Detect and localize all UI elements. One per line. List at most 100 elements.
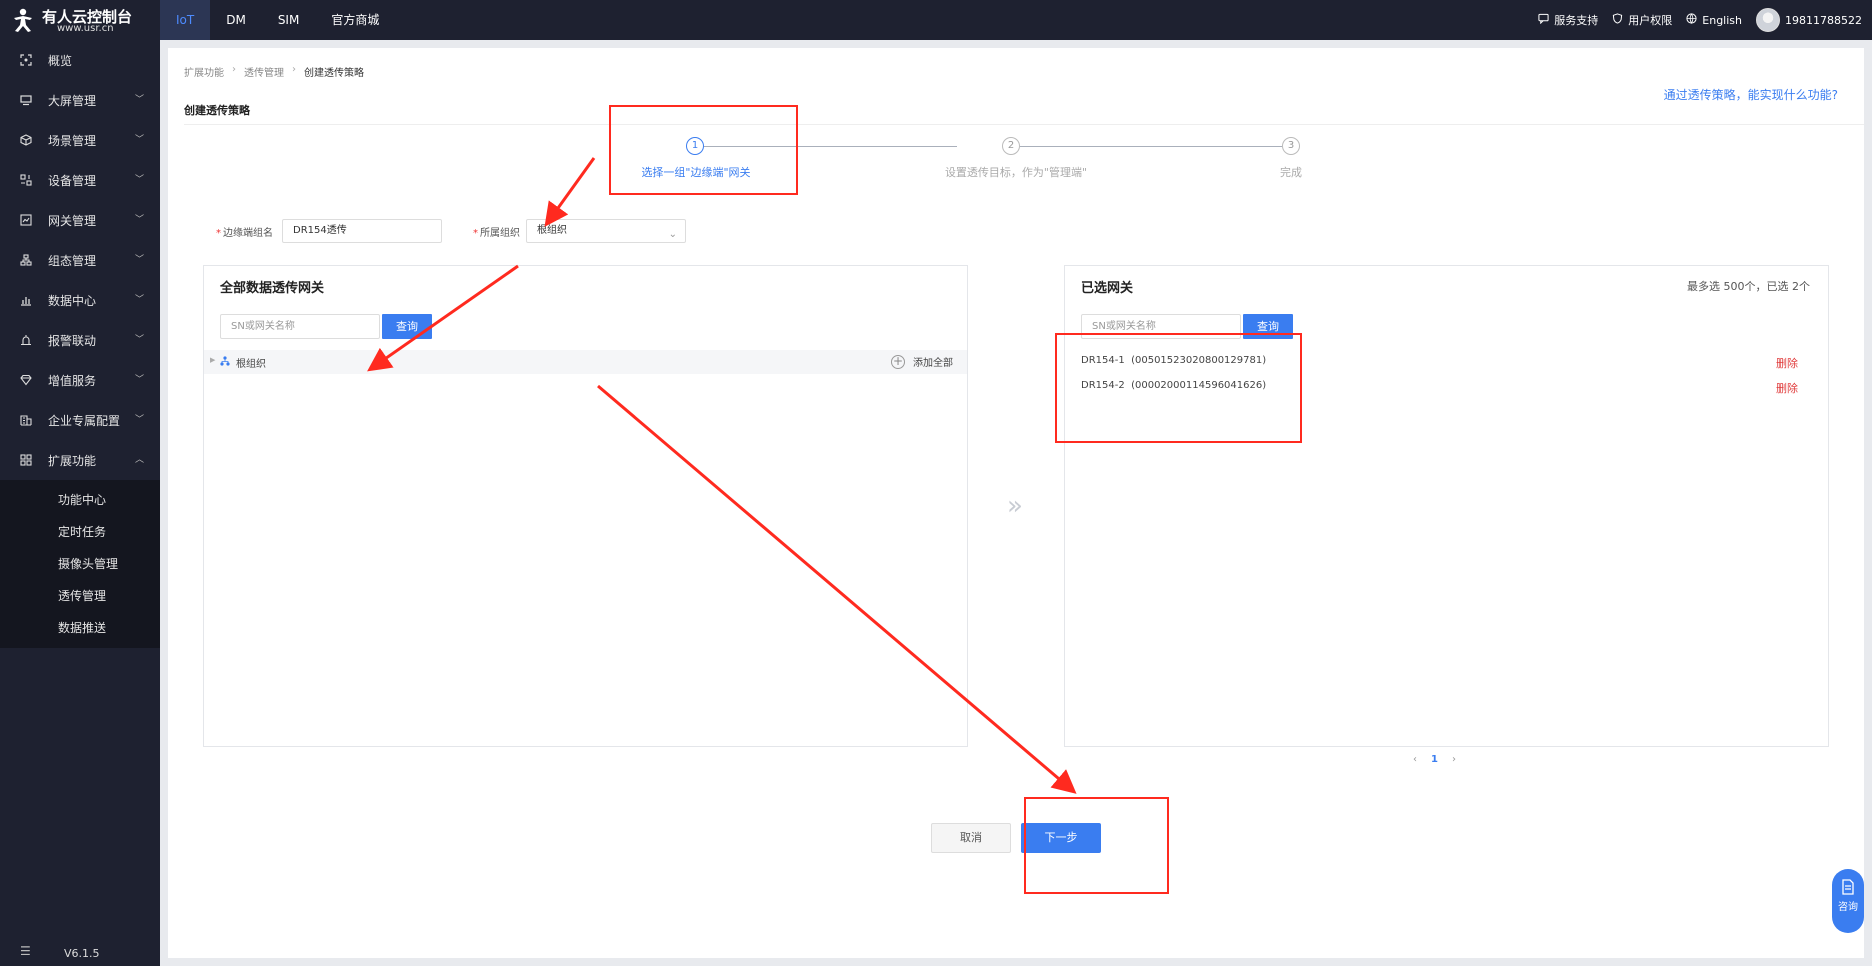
breadcrumb-item[interactable]: 扩展功能 <box>184 64 224 79</box>
breadcrumb-current: 创建透传策略 <box>304 68 364 79</box>
user-menu[interactable]: 19811788522 <box>1756 8 1862 32</box>
gateway-sn: (00002000114596041626) <box>1131 380 1267 391</box>
selected-gateway-row: DR154-2 (00002000114596041626) <box>1081 380 1266 391</box>
breadcrumb-separator-icon: › <box>232 64 236 75</box>
edge-group-input[interactable]: DR154透传 <box>282 219 442 243</box>
tab-iot[interactable]: IoT <box>160 0 211 40</box>
chevron-down-icon: ﹀ <box>134 175 144 185</box>
double-chevron-right-icon: » <box>1007 491 1023 521</box>
chevron-down-icon: ⌄ <box>668 229 677 240</box>
caret-right-icon[interactable]: ▶ <box>210 356 215 364</box>
main-content: 扩展功能 › 透传管理 › 创建透传策略 创建透传策略 通过透传策略，能实现什么… <box>168 48 1864 958</box>
prev-page-icon[interactable]: ‹ <box>1413 754 1417 765</box>
consult-label: 咨询 <box>1838 902 1858 913</box>
data-center-icon <box>20 294 32 306</box>
tab-dm[interactable]: DM <box>210 0 262 40</box>
gateway-search-input[interactable]: SN或网关名称 <box>220 314 380 339</box>
next-page-icon[interactable]: › <box>1452 754 1456 765</box>
chevron-up-icon: ︿ <box>134 455 144 465</box>
device-icon <box>20 174 32 186</box>
chevron-down-icon: ﹀ <box>134 215 144 225</box>
submenu-passthrough[interactable]: 透传管理 <box>0 580 160 612</box>
submenu-data-push[interactable]: 数据推送 <box>0 612 160 644</box>
submenu-camera[interactable]: 摄像头管理 <box>0 548 160 580</box>
sidebar-item-extension[interactable]: 扩展功能 ︿ <box>0 440 160 480</box>
document-icon <box>1842 879 1854 895</box>
step-connector <box>704 146 957 147</box>
chevron-down-icon: ﹀ <box>134 255 144 265</box>
chevron-down-icon: ﹀ <box>134 135 144 145</box>
submenu-function-center[interactable]: 功能中心 <box>0 484 160 516</box>
logo-icon <box>14 8 32 32</box>
chevron-down-icon: ﹀ <box>134 295 144 305</box>
permissions-label: 用户权限 <box>1628 14 1673 27</box>
user-phone: 19811788522 <box>1785 13 1862 27</box>
language-switch[interactable]: English <box>1686 13 1742 27</box>
sidebar-item-label: 大屏管理 <box>48 93 97 108</box>
alarm-icon <box>20 334 32 346</box>
selection-count: 最多选 500个，已选 2个 <box>1687 280 1810 293</box>
collapse-menu-icon[interactable]: ☰ <box>20 944 31 958</box>
delete-button[interactable]: 删除 <box>1776 380 1798 396</box>
submenu-scheduled-tasks[interactable]: 定时任务 <box>0 516 160 548</box>
selected-search-input[interactable]: SN或网关名称 <box>1081 314 1241 339</box>
page-number[interactable]: 1 <box>1431 754 1438 765</box>
diamond-icon <box>20 374 32 386</box>
sidebar-item-scene[interactable]: 场景管理 ﹀ <box>0 120 160 160</box>
sidebar-item-overview[interactable]: 概览 <box>0 40 160 80</box>
logo[interactable]: 有人云控制台 www.usr.cn <box>10 3 160 37</box>
configuration-icon <box>20 254 32 266</box>
top-right-menu: 服务支持 用户权限 English 19811788522 <box>1538 0 1862 40</box>
chevron-down-icon: ﹀ <box>134 415 144 425</box>
step-3-circle: 3 <box>1282 137 1300 155</box>
step-3-label: 完成 <box>1280 166 1302 179</box>
cancel-button[interactable]: 取消 <box>931 823 1011 853</box>
sidebar-item-value-added[interactable]: 增值服务 ﹀ <box>0 360 160 400</box>
consult-button[interactable]: 咨询 <box>1832 869 1864 933</box>
delete-button[interactable]: 删除 <box>1776 355 1798 371</box>
sidebar-item-enterprise[interactable]: 企业专属配置 ﹀ <box>0 400 160 440</box>
enterprise-icon <box>20 414 32 426</box>
language-label: English <box>1702 13 1743 27</box>
plus-circle-icon: + <box>891 353 905 369</box>
top-bar: 有人云控制台 www.usr.cn IoT DM SIM 官方商城 服务支持 用… <box>0 0 1872 40</box>
tab-store[interactable]: 官方商城 <box>315 0 395 40</box>
org-select[interactable]: 根组织 ⌄ <box>526 219 686 243</box>
help-link[interactable]: 通过透传策略，能实现什么功能? <box>1664 86 1838 103</box>
tree-row-root[interactable]: ▶ 根组织 + 添加全部 <box>204 350 967 374</box>
sidebar-item-configuration[interactable]: 组态管理 ﹀ <box>0 240 160 280</box>
sidebar-item-gateway[interactable]: 网关管理 ﹀ <box>0 200 160 240</box>
gateway-name: DR154-1 <box>1081 355 1125 366</box>
selected-gateway-row: DR154-1 (00501523020800129781) <box>1081 355 1266 366</box>
panel-title: 全部数据透传网关 <box>220 281 325 296</box>
permissions-link[interactable]: 用户权限 <box>1612 12 1672 28</box>
step-1-label: 选择一组"边缘端"网关 <box>641 166 751 179</box>
add-all-button[interactable]: + 添加全部 <box>891 354 953 369</box>
chevron-down-icon: ﹀ <box>134 95 144 105</box>
add-all-label: 添加全部 <box>913 358 953 369</box>
shield-icon <box>1612 13 1623 27</box>
avatar <box>1756 8 1781 32</box>
tab-sim[interactable]: SIM <box>262 0 316 40</box>
page-title: 创建透传策略 <box>184 104 250 117</box>
step-2-circle: 2 <box>1002 137 1020 155</box>
pagination: ‹ 1 › <box>1413 754 1456 765</box>
sidebar-item-label: 网关管理 <box>48 213 97 228</box>
scene-icon <box>20 134 32 146</box>
breadcrumb-separator-icon: › <box>292 64 296 75</box>
breadcrumb-item[interactable]: 透传管理 <box>244 64 284 79</box>
search-button[interactable]: 查询 <box>1243 314 1293 339</box>
sidebar-item-screen[interactable]: 大屏管理 ﹀ <box>0 80 160 120</box>
selected-gateways-panel: 已选网关 最多选 500个，已选 2个 SN或网关名称 查询 DR154-1 (… <box>1064 265 1829 747</box>
search-button[interactable]: 查询 <box>382 314 432 339</box>
sidebar-item-label: 场景管理 <box>48 133 97 148</box>
screen-icon <box>20 94 32 106</box>
sidebar-item-alarm[interactable]: 报警联动 ﹀ <box>0 320 160 360</box>
sidebar-item-data-center[interactable]: 数据中心 ﹀ <box>0 280 160 320</box>
next-button[interactable]: 下一步 <box>1021 823 1101 853</box>
sidebar-item-label: 扩展功能 <box>48 453 97 468</box>
org-label: * 所属组织 <box>473 228 520 239</box>
globe-icon <box>1686 13 1697 27</box>
support-link[interactable]: 服务支持 <box>1538 12 1598 28</box>
sidebar-item-device[interactable]: 设备管理 ﹀ <box>0 160 160 200</box>
